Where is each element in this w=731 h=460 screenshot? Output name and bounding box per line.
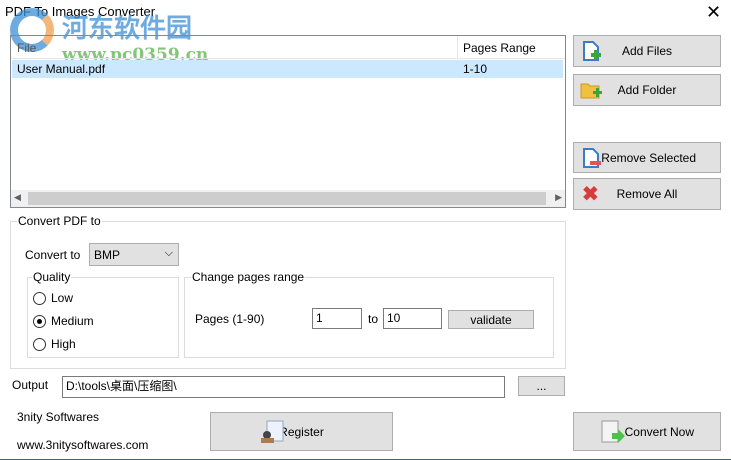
column-header-file[interactable]: File <box>17 41 36 55</box>
to-page-input[interactable]: 10 <box>383 308 442 329</box>
browse-button[interactable]: ... <box>518 376 565 396</box>
radio-medium[interactable]: Medium <box>33 314 94 328</box>
radio-label: High <box>51 337 76 351</box>
add-folder-button[interactable]: Add Folder <box>573 74 721 106</box>
file-name: User Manual.pdf <box>17 62 106 76</box>
pages-range-group-label: Change pages range <box>191 270 306 284</box>
radio-circle[interactable] <box>33 291 46 305</box>
remove-selected-label: Remove Selected <box>601 150 696 165</box>
pages-label: Pages (1-90) <box>195 312 265 326</box>
pages-range: 1-10 <box>463 62 488 76</box>
format-value: BMP <box>94 248 121 262</box>
format-select[interactable]: BMP ⌵ <box>89 243 179 266</box>
radio-high[interactable]: High <box>33 337 76 351</box>
convert-document-icon <box>601 420 625 443</box>
convert-now-label: Convert Now <box>624 424 694 439</box>
add-file-icon <box>583 41 601 61</box>
convert-now-button[interactable]: Convert Now <box>573 412 721 451</box>
chevron-down-icon: ⌵ <box>164 247 173 259</box>
add-folder-label: Add Folder <box>617 83 677 97</box>
radio-circle[interactable] <box>33 314 46 328</box>
register-stamp-icon <box>261 420 284 443</box>
column-header-pages-range[interactable]: Pages Range <box>463 41 536 55</box>
to-label: to <box>368 312 379 326</box>
remove-selected-button[interactable]: Remove Selected <box>573 142 721 173</box>
radio-low[interactable]: Low <box>33 291 73 305</box>
register-button[interactable]: Register <box>210 412 393 451</box>
table-row[interactable]: User Manual.pdf 1-10 <box>12 60 563 78</box>
radio-circle[interactable] <box>33 337 46 351</box>
validate-button[interactable]: validate <box>448 310 534 329</box>
output-path-input[interactable]: D:\tools\桌面\压缩图\ <box>62 376 505 398</box>
radio-label: Low <box>51 291 74 305</box>
scroll-right-icon[interactable]: ▶ <box>555 192 562 203</box>
add-files-label: Add Files <box>621 44 673 58</box>
add-files-button[interactable]: Add Files <box>573 35 721 67</box>
remove-all-button[interactable]: ✖ Remove All <box>573 178 721 210</box>
website-link[interactable]: www.3nitysoftwares.com <box>17 438 148 452</box>
quality-label: Quality <box>32 270 72 284</box>
company-name: 3nity Softwares <box>17 410 100 424</box>
from-page-input[interactable]: 1 <box>312 308 362 329</box>
convert-to-label: Convert to <box>25 248 81 262</box>
convert-group-label: Convert PDF to <box>17 214 102 228</box>
column-divider <box>457 36 458 59</box>
scroll-left-icon[interactable]: ◀ <box>14 192 21 203</box>
list-header: File Pages Range <box>11 36 565 59</box>
scroll-thumb[interactable] <box>28 192 546 205</box>
register-label: Register <box>279 424 324 439</box>
output-label: Output <box>12 378 49 392</box>
remove-file-icon <box>583 147 601 168</box>
add-folder-icon <box>580 83 602 99</box>
red-x-icon: ✖ <box>582 183 599 206</box>
file-list[interactable]: File Pages Range User Manual.pdf 1-10 ◀ … <box>10 35 566 208</box>
radio-label: Medium <box>51 314 94 328</box>
remove-all-label: Remove All <box>616 187 678 201</box>
close-icon[interactable]: ✕ <box>706 2 721 22</box>
horizontal-scrollbar[interactable]: ◀ ▶ <box>11 190 565 207</box>
